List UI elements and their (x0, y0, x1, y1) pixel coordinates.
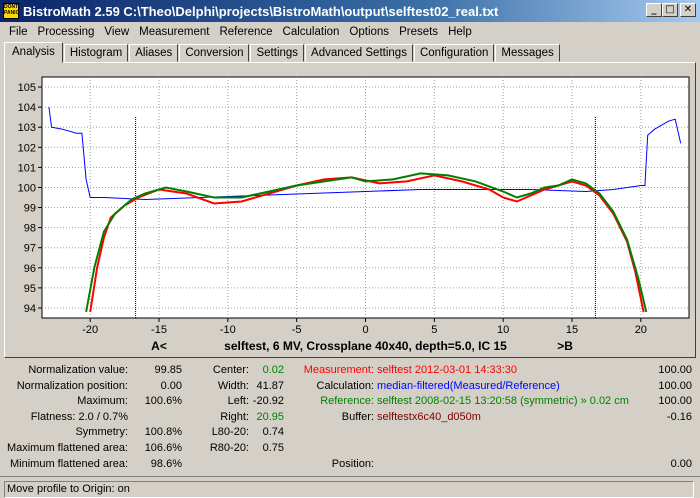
tab-messages[interactable]: Messages (495, 44, 560, 62)
menu-file[interactable]: File (4, 26, 33, 38)
stat-value: 100.00 (658, 364, 692, 376)
stat-label: Maximum: (77, 395, 128, 408)
curve-description: selftestx6c40_d050m (377, 410, 481, 423)
profile-chart-panel[interactable]: 94 95 96 97 98 99 100 101 102 103 104 105 -20 -15 -10-… (4, 62, 696, 358)
stat-value: 99.85 (154, 364, 182, 376)
y-tick-label: 94 (24, 303, 36, 315)
stat-label: Width: (217, 379, 249, 392)
tab-strip: Analysis Histogram Aliases Conversion Settin… (4, 42, 561, 63)
x-tick-label: 20 (635, 324, 647, 336)
stat-label: Buffer: (341, 410, 374, 423)
menu-calculation[interactable]: Calculation (278, 26, 345, 38)
stat-label: Calculation: (316, 379, 374, 392)
y-tick-label: 101 (18, 162, 36, 174)
stat-label: Normalization position: (16, 379, 128, 392)
curve-description: selftest 2012-03-01 14:33:30 (377, 364, 518, 376)
menu-help[interactable]: Help (443, 26, 477, 38)
stat-label: Position: (331, 457, 374, 470)
y-tick-label: 95 (24, 283, 36, 295)
close-button[interactable]: ✕ (680, 3, 696, 17)
y-tick-label: 99 (24, 203, 36, 215)
y-tick-label: 102 (18, 142, 36, 154)
stat-value: 0.00 (160, 379, 182, 392)
tab-conversion[interactable]: Conversion (179, 44, 250, 62)
menu-bar: File Processing View Measurement Reference Ca… (0, 22, 700, 41)
y-tick-label: 97 (24, 243, 36, 255)
tab-advanced-settings[interactable]: Advanced Settings (305, 44, 413, 62)
x-tick-label: 15 (566, 324, 578, 336)
y-tick-label: 98 (24, 223, 36, 235)
stat-label: R80-20: (209, 442, 249, 454)
stat-label: Symmetry: (75, 426, 128, 439)
x-tick-label: 0 (362, 324, 368, 336)
stat-label: Left: (227, 395, 249, 408)
stat-value: 100.00 (658, 395, 692, 408)
stat-value: 0.00 (670, 457, 692, 470)
minimize-button[interactable]: _ (646, 3, 662, 17)
app-icon[interactable]: DONT PANIC (3, 3, 19, 19)
x-tick-label: 10 (497, 324, 509, 336)
side-a-label: A< (151, 339, 167, 353)
stat-label: Measurement: (303, 364, 374, 376)
x-tick-label: -20 (82, 324, 98, 336)
stat-value: 100.00 (658, 379, 692, 392)
stat-value: 106.6% (144, 442, 182, 454)
stat-label: Maximum flattened area: (6, 442, 128, 454)
tab-analysis[interactable]: Analysis (4, 42, 63, 63)
x-tick-label: -5 (292, 324, 302, 336)
y-tick-label: 103 (18, 122, 36, 134)
stat-label: Normalization value: (28, 364, 128, 376)
x-tick-label: 5 (431, 324, 437, 336)
curve-description: median-filtered(Measured/Reference) (377, 379, 560, 392)
menu-measurement[interactable]: Measurement (134, 26, 214, 38)
stat-label: Reference: (320, 395, 374, 408)
y-tick-label: 105 (18, 82, 36, 94)
x-tick-label: -10 (220, 324, 236, 336)
tab-configuration[interactable]: Configuration (413, 44, 495, 62)
stat-label: Minimum flattened area: (10, 457, 128, 470)
curve-description: selftest 2008-02-15 13:20:58 (symmetric)… (377, 395, 629, 408)
menu-reference[interactable]: Reference (214, 26, 277, 38)
menu-processing[interactable]: Processing (33, 26, 100, 38)
chart-caption: selftest, 6 MV, Crossplane 40x40, depth=… (224, 339, 507, 353)
stat-value: -0.16 (666, 410, 692, 423)
analysis-info-panel: Normalization value: 99.85 Normalization p… (4, 360, 696, 472)
stat-value: 0.02 (262, 364, 284, 376)
stat-value: 0.75 (262, 442, 284, 454)
stat-value: 0.74 (262, 426, 284, 439)
menu-options[interactable]: Options (344, 26, 394, 38)
y-tick-label: 104 (18, 102, 36, 114)
window-title: BistroMath 2.59 C:\Theo\Delphi\projects\… (23, 3, 499, 19)
stat-value: 20.95 (256, 410, 284, 423)
status-bar: Move profile to Origin: on (0, 476, 700, 498)
profile-chart[interactable]: 949596979899100101102103104105-20 -15 -10-… (5, 63, 695, 357)
status-text: Move profile to Origin: on (4, 481, 694, 498)
menu-presets[interactable]: Presets (394, 26, 443, 38)
stat-value: 100.6% (144, 395, 182, 408)
stat-label: Flatness: 2.0 / 0.7% (30, 410, 128, 423)
stat-value: -20.92 (252, 395, 284, 408)
tab-histogram[interactable]: Histogram (63, 44, 129, 62)
tab-settings[interactable]: Settings (250, 44, 305, 62)
y-tick-label: 96 (24, 263, 36, 275)
side-b-label: >B (557, 339, 573, 353)
stat-value: 98.6% (150, 457, 182, 470)
stat-label: L80-20: (211, 426, 249, 439)
x-tick-label: -15 (151, 324, 167, 336)
menu-view[interactable]: View (99, 26, 134, 38)
maximize-button[interactable]: □ (662, 3, 678, 17)
title-bar[interactable]: DONT PANIC BistroMath 2.59 C:\Theo\Delph… (0, 0, 700, 22)
stat-label: Center: (212, 364, 249, 376)
y-tick-label: 100 (18, 182, 36, 194)
stat-value: 100.8% (144, 426, 182, 439)
stat-label: Right: (220, 410, 249, 423)
tab-aliases[interactable]: Aliases (129, 44, 179, 62)
stat-value: 41.87 (256, 379, 284, 392)
